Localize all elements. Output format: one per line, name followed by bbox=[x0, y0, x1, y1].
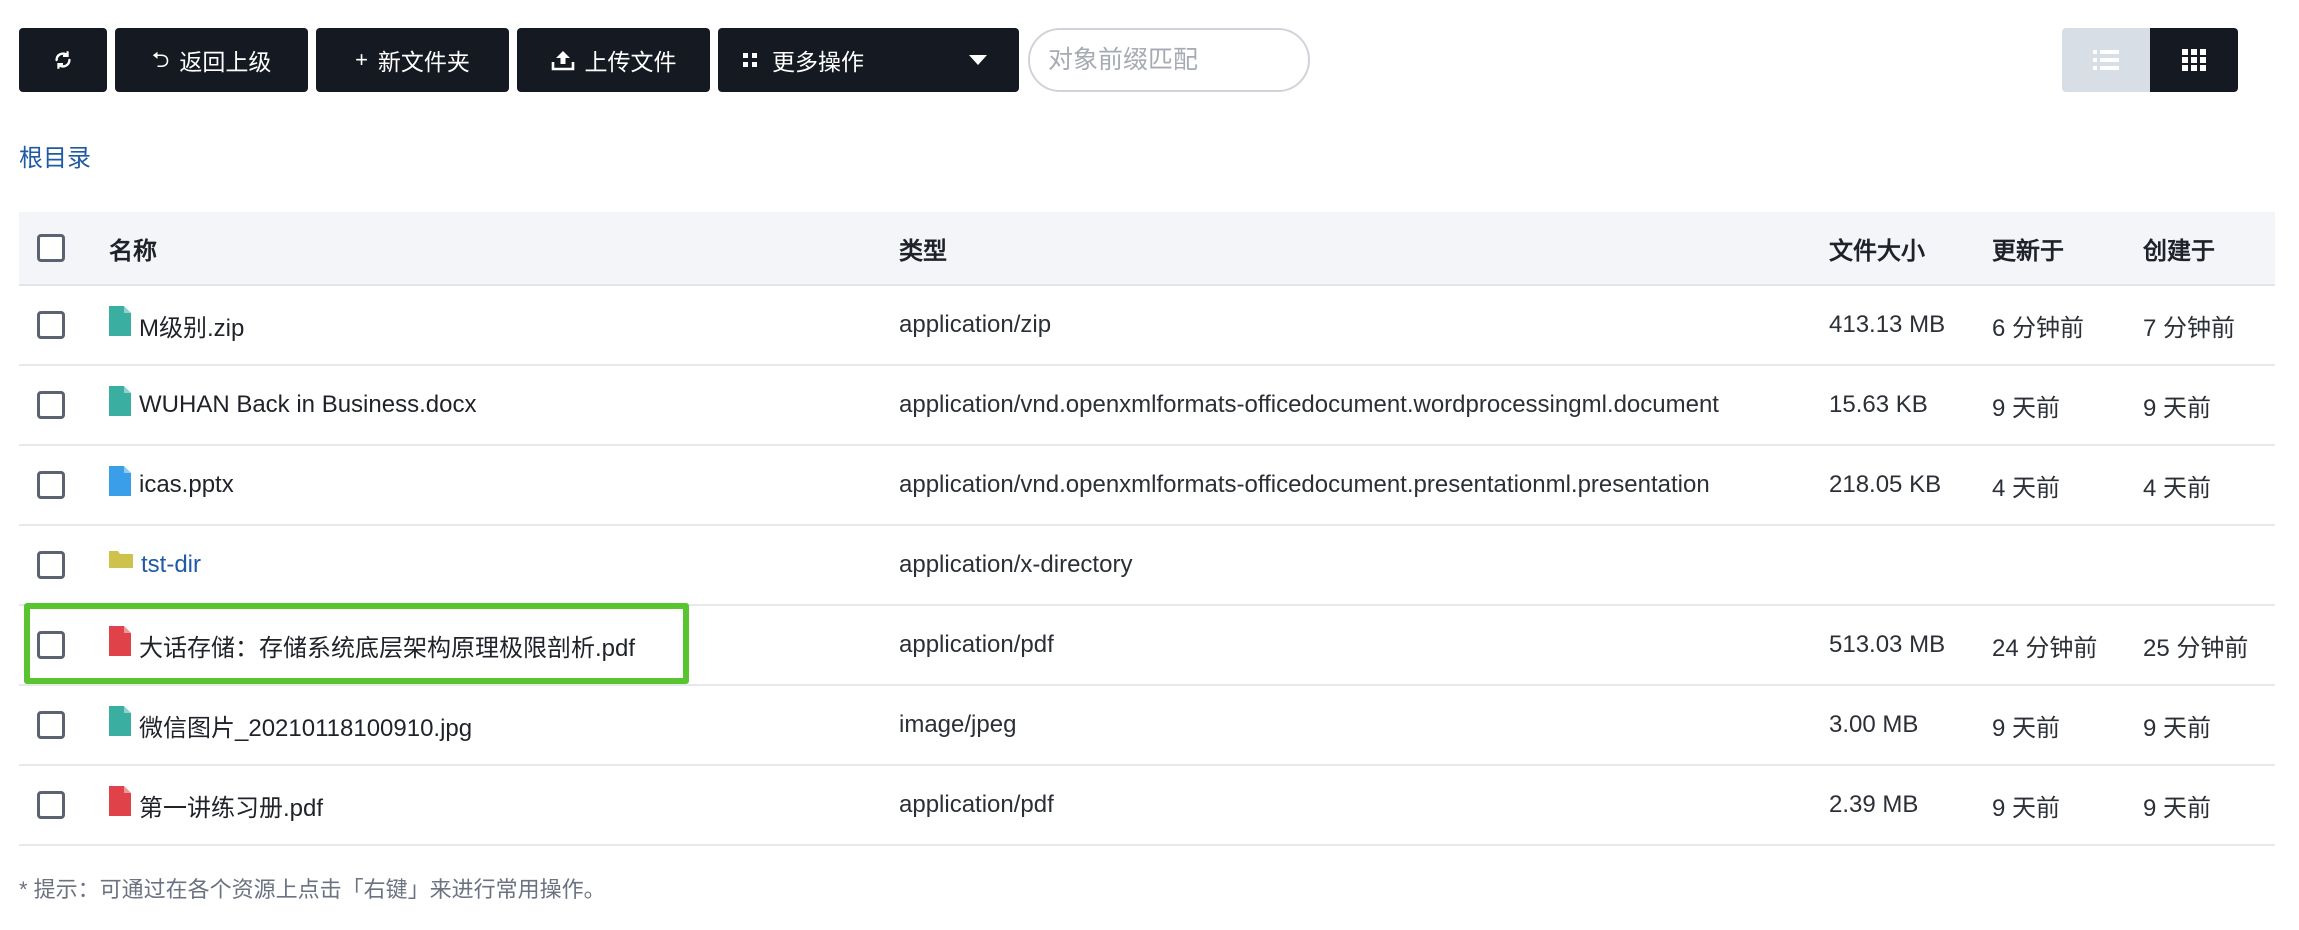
file-browser-page: ⮌ 返回上级 + 新文件夹 上传文件 更多操作 对象前缀匹配 根目录 名称 类型… bbox=[0, 0, 2299, 930]
file-name[interactable]: WUHAN Back in Business.docx bbox=[139, 391, 476, 419]
new-folder-label: 新文件夹 bbox=[377, 49, 470, 75]
file-name[interactable]: 第一讲练习册.pdf bbox=[139, 788, 323, 823]
file-type: application/pdf bbox=[899, 791, 1054, 818]
row-checkbox[interactable] bbox=[37, 791, 65, 819]
table-row[interactable]: 大话存储：存储系统底层架构原理极限剖析.pdf application/pdf … bbox=[19, 606, 2275, 686]
file-type: application/vnd.openxmlformats-officedoc… bbox=[899, 471, 1710, 498]
updated-time: 6 分钟前 bbox=[1992, 314, 2085, 342]
table-row[interactable]: tst-dir application/x-directory bbox=[19, 526, 2275, 606]
header-updated[interactable]: 更新于 bbox=[1992, 212, 2064, 284]
created-time: 25 分钟前 bbox=[2143, 634, 2249, 662]
file-name-cell: M级别.zip bbox=[109, 286, 244, 364]
row-checkbox[interactable] bbox=[37, 391, 65, 419]
row-checkbox[interactable] bbox=[37, 471, 65, 499]
ppt-file-icon bbox=[109, 466, 131, 496]
grid-view-button[interactable] bbox=[2150, 28, 2238, 92]
list-view-icon bbox=[2093, 50, 2119, 70]
created-time: 9 天前 bbox=[2143, 714, 2212, 742]
file-name[interactable]: M级别.zip bbox=[139, 308, 244, 343]
file-type: image/jpeg bbox=[899, 711, 1017, 738]
zip-file-icon bbox=[109, 306, 131, 336]
updated-time: 9 天前 bbox=[1992, 714, 2061, 742]
file-name[interactable]: tst-dir bbox=[141, 551, 201, 579]
doc-file-icon bbox=[109, 386, 131, 416]
more-actions-label: 更多操作 bbox=[772, 49, 864, 75]
file-name-cell: 微信图片_20210118100910.jpg bbox=[109, 686, 472, 764]
new-folder-button[interactable]: + 新文件夹 bbox=[316, 28, 509, 92]
created-time: 9 天前 bbox=[2143, 394, 2212, 422]
table-body: M级别.zip application/zip 413.13 MB 6 分钟前 … bbox=[19, 286, 2275, 846]
header-type[interactable]: 类型 bbox=[899, 212, 947, 284]
table-row[interactable]: M级别.zip application/zip 413.13 MB 6 分钟前 … bbox=[19, 286, 2275, 366]
file-table: 名称 类型 文件大小 更新于 创建于 M级别.zip application/z… bbox=[19, 212, 2275, 846]
file-size: 513.03 MB bbox=[1829, 631, 1946, 658]
file-type: application/zip bbox=[899, 311, 1052, 338]
list-view-button[interactable] bbox=[2062, 28, 2150, 92]
file-size: 218.05 KB bbox=[1829, 471, 1942, 498]
upload-icon bbox=[551, 51, 574, 71]
file-name-cell: tst-dir bbox=[109, 526, 201, 604]
file-name-cell: WUHAN Back in Business.docx bbox=[109, 366, 476, 444]
file-name[interactable]: 微信图片_20210118100910.jpg bbox=[139, 708, 472, 743]
file-name-cell: 第一讲练习册.pdf bbox=[109, 766, 323, 844]
grid-view-icon bbox=[2182, 49, 2206, 71]
row-checkbox[interactable] bbox=[37, 711, 65, 739]
usage-hint: * 提示：可通过在各个资源上点击「右键」来进行常用操作。 bbox=[19, 877, 606, 902]
chevron-down-icon bbox=[969, 55, 987, 65]
table-row[interactable]: WUHAN Back in Business.docx application/… bbox=[19, 366, 2275, 446]
file-name-cell: icas.pptx bbox=[109, 446, 234, 524]
header-size[interactable]: 文件大小 bbox=[1829, 212, 1925, 284]
refresh-icon bbox=[55, 51, 71, 69]
created-time: 9 天前 bbox=[2143, 794, 2212, 822]
upload-label: 上传文件 bbox=[584, 49, 677, 75]
breadcrumb-root[interactable]: 根目录 bbox=[19, 138, 91, 173]
back-button[interactable]: ⮌ 返回上级 bbox=[115, 28, 308, 92]
row-checkbox[interactable] bbox=[37, 551, 65, 579]
file-type: application/pdf bbox=[899, 631, 1054, 658]
row-checkbox[interactable] bbox=[37, 311, 65, 339]
back-label: 返回上级 bbox=[179, 49, 272, 75]
file-type: application/vnd.openxmlformats-officedoc… bbox=[899, 391, 1719, 418]
file-size: 3.00 MB bbox=[1829, 711, 1919, 738]
toolbar: ⮌ 返回上级 + 新文件夹 上传文件 更多操作 bbox=[19, 28, 1310, 92]
created-time: 7 分钟前 bbox=[2143, 314, 2236, 342]
file-size: 2.39 MB bbox=[1829, 791, 1919, 818]
upload-button[interactable]: 上传文件 bbox=[517, 28, 710, 92]
table-header: 名称 类型 文件大小 更新于 创建于 bbox=[19, 212, 2275, 286]
plus-icon: + bbox=[355, 47, 368, 72]
file-type: application/x-directory bbox=[899, 551, 1133, 578]
file-name-cell: 大话存储：存储系统底层架构原理极限剖析.pdf bbox=[109, 606, 635, 684]
folder-icon bbox=[109, 551, 133, 568]
table-row[interactable]: 微信图片_20210118100910.jpg image/jpeg 3.00 … bbox=[19, 686, 2275, 766]
row-checkbox[interactable] bbox=[37, 631, 65, 659]
view-toggle bbox=[2062, 28, 2238, 92]
select-all-checkbox[interactable] bbox=[37, 234, 65, 262]
file-name[interactable]: 大话存储：存储系统底层架构原理极限剖析.pdf bbox=[139, 628, 635, 663]
header-created[interactable]: 创建于 bbox=[2143, 212, 2215, 284]
file-name[interactable]: icas.pptx bbox=[139, 471, 234, 499]
file-size: 413.13 MB bbox=[1829, 311, 1946, 338]
jpg-file-icon bbox=[109, 706, 131, 736]
file-size: 15.63 KB bbox=[1829, 391, 1928, 418]
updated-time: 24 分钟前 bbox=[1992, 634, 2098, 662]
updated-time: 4 天前 bbox=[1992, 474, 2061, 502]
grid-dots-icon bbox=[743, 53, 757, 67]
updated-time: 9 天前 bbox=[1992, 394, 2061, 422]
return-icon: ⮌ bbox=[151, 47, 170, 72]
prefix-search-input[interactable] bbox=[1028, 28, 1310, 92]
created-time: 4 天前 bbox=[2143, 474, 2212, 502]
pdf-file-icon bbox=[109, 626, 131, 656]
header-name[interactable]: 名称 bbox=[109, 212, 157, 284]
pdf-file-icon bbox=[109, 786, 131, 816]
updated-time: 9 天前 bbox=[1992, 794, 2061, 822]
table-row[interactable]: icas.pptx application/vnd.openxmlformats… bbox=[19, 446, 2275, 526]
more-actions-dropdown[interactable]: 更多操作 bbox=[718, 28, 1019, 92]
table-row[interactable]: 第一讲练习册.pdf application/pdf 2.39 MB 9 天前 … bbox=[19, 766, 2275, 846]
refresh-button[interactable] bbox=[19, 28, 107, 92]
